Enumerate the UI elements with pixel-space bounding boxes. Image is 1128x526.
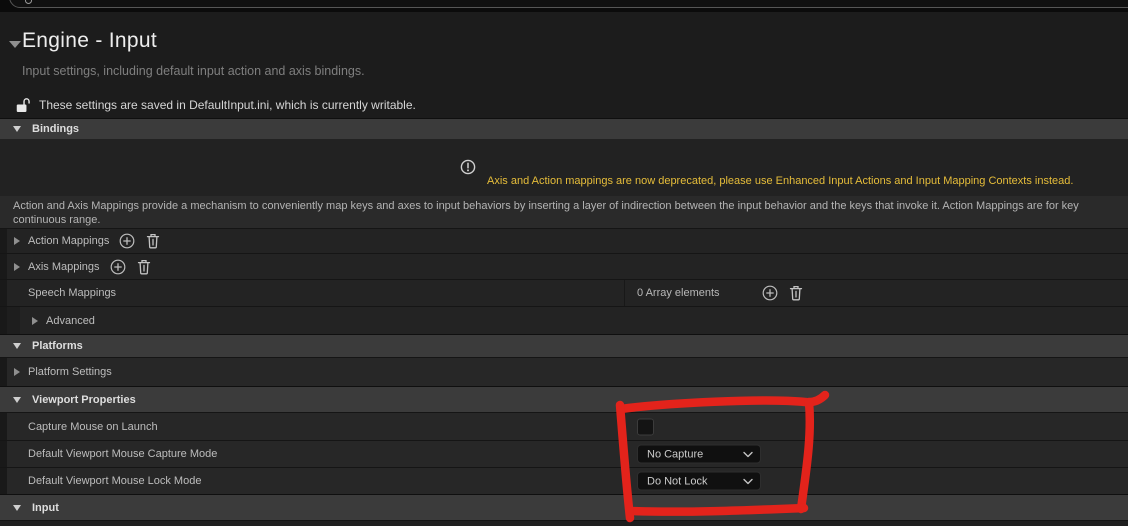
warning-icon [460,159,476,180]
page-subtitle: Input settings, including default input … [22,64,365,78]
row-edge [0,280,7,306]
section-label: Bindings [32,123,79,135]
chevron-right-icon [32,317,38,325]
row-edge [0,254,7,279]
row-label: Default Viewport Mouse Capture Mode [28,448,217,460]
add-axis-mapping-button[interactable] [110,259,126,275]
row-label: Axis Mappings [28,261,100,273]
row-edge [0,468,7,494]
section-label: Viewport Properties [32,394,136,406]
section-label: Input [32,502,59,514]
chevron-right-icon [14,263,20,271]
bindings-description-line1: Action and Axis Mappings provide a mecha… [13,199,1128,213]
column-divider [624,413,625,440]
row-default-viewport-mouse-lock-mode[interactable]: Default Viewport Mouse Lock Mode Do Not … [0,467,1128,494]
row-advanced[interactable]: Advanced [0,306,1128,334]
chevron-down-icon [13,505,21,511]
row-label: Speech Mappings [28,287,116,299]
mouse-lock-mode-dropdown[interactable]: Do Not Lock [637,472,761,491]
array-elements-count: 0 Array elements [637,287,720,299]
capture-mouse-on-launch-checkbox[interactable] [637,418,654,435]
dropdown-selected-value: No Capture [647,448,743,460]
save-notice-text: These settings are saved in DefaultInput… [39,98,416,112]
mouse-capture-mode-dropdown[interactable]: No Capture [637,445,761,464]
row-default-viewport-mouse-capture-mode[interactable]: Default Viewport Mouse Capture Mode No C… [0,440,1128,467]
dropdown-selected-value: Do Not Lock [647,475,743,487]
add-speech-mapping-button[interactable] [762,285,778,301]
row-axis-mappings[interactable]: Axis Mappings [0,253,1128,279]
row-label: Default Viewport Mouse Lock Mode [28,475,201,487]
deprecation-warning-text: Axis and Action mappings are now depreca… [487,175,1073,187]
row-edge [0,441,7,467]
chevron-down-icon [13,397,21,403]
delete-speech-mappings-button[interactable] [789,285,803,301]
top-strip [0,0,1128,12]
section-header-viewport-properties[interactable]: Viewport Properties [0,386,1128,412]
collapse-caret-icon[interactable] [9,41,21,48]
section-header-platforms[interactable]: Platforms [0,334,1128,357]
row-speech-mappings[interactable]: Speech Mappings 0 Array elements [0,279,1128,306]
add-action-mapping-button[interactable] [119,233,135,249]
bindings-description: Action and Axis Mappings provide a mecha… [0,196,1128,228]
chevron-down-icon [13,126,21,132]
chevron-down-icon [743,451,753,457]
row-edge [0,229,7,253]
chevron-right-icon [14,368,20,376]
deprecation-warning-block: Axis and Action mappings are now depreca… [0,139,1128,196]
section-header-bindings[interactable]: Bindings [0,118,1128,139]
row-label: Capture Mouse on Launch [28,421,158,433]
indent-strip [7,307,20,334]
title-block: Engine - Input Input settings, including… [0,12,1128,118]
row-label: Advanced [46,315,95,327]
delete-axis-mappings-button[interactable] [137,259,151,275]
row-label: Platform Settings [28,366,112,378]
chevron-down-icon [13,343,21,349]
page-title: Engine - Input [22,29,157,53]
bindings-description-line2: continuous range. [13,213,1128,227]
chevron-down-icon [743,478,753,484]
section-header-input[interactable]: Input [0,494,1128,520]
row-capture-mouse-on-launch[interactable]: Capture Mouse on Launch [0,412,1128,440]
column-divider [624,441,625,467]
chevron-right-icon [14,237,20,245]
delete-action-mappings-button[interactable] [146,233,160,249]
bottom-fill [0,520,1128,526]
row-edge [0,413,7,440]
row-platform-settings[interactable]: Platform Settings [0,357,1128,386]
row-label: Action Mappings [28,235,109,247]
column-divider [624,468,625,494]
row-action-mappings[interactable]: Action Mappings [0,228,1128,253]
save-notice: These settings are saved in DefaultInput… [16,97,416,113]
column-divider [624,280,625,306]
row-edge [0,358,7,386]
unlock-icon [16,97,30,113]
project-settings-panel: Engine - Input Input settings, including… [0,0,1128,526]
section-label: Platforms [32,340,83,352]
settings-search-input[interactable] [9,0,1128,8]
row-edge [0,307,7,334]
